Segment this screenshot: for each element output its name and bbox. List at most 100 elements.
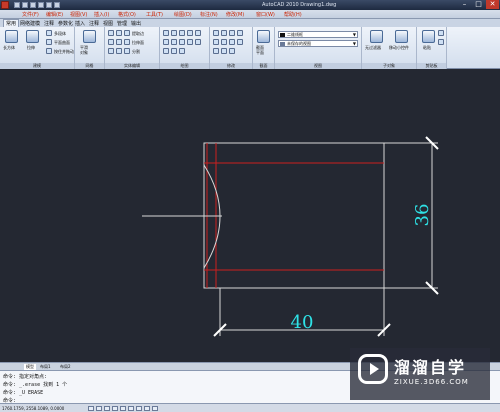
presspull-label[interactable]: 按住并拖动 xyxy=(54,49,74,55)
polysolid-label[interactable]: 多段体 xyxy=(54,31,66,37)
tab-manage[interactable]: 管理 xyxy=(117,20,127,27)
new-icon[interactable] xyxy=(14,2,20,8)
close-button[interactable]: ✕ xyxy=(486,0,499,9)
stretch-icon[interactable] xyxy=(229,39,235,45)
menu-view[interactable]: 视图(V) xyxy=(70,11,87,18)
tab-home[interactable]: 常用 xyxy=(3,19,20,27)
menu-tools[interactable]: 工具(T) xyxy=(146,11,163,18)
separate-icon[interactable] xyxy=(124,48,130,54)
watermark: 溜溜自学 ZIXUE.3D66.COM xyxy=(350,348,490,400)
plot-icon[interactable] xyxy=(54,2,60,8)
polysolid-icon[interactable] xyxy=(46,30,52,36)
move-icon[interactable] xyxy=(213,30,219,36)
group-label-draw: 绘图 xyxy=(160,63,209,69)
maximize-button[interactable]: □ xyxy=(472,0,485,9)
extrude-faces-label[interactable]: 拉伸面 xyxy=(132,40,144,46)
point-icon[interactable] xyxy=(195,39,201,45)
otrack-toggle-icon[interactable] xyxy=(128,406,134,411)
no-filter-label: 无过滤器 xyxy=(365,45,381,50)
circle-icon[interactable] xyxy=(163,39,169,45)
extract-edges-icon[interactable] xyxy=(124,30,130,36)
minimize-button[interactable]: – xyxy=(458,0,471,9)
visual-style-combo[interactable]: 二维线框 ▼ xyxy=(278,31,358,38)
separate-label[interactable]: 分割 xyxy=(132,49,140,55)
tab-output[interactable]: 输出 xyxy=(131,20,141,27)
undo-icon[interactable] xyxy=(38,2,44,8)
open-icon[interactable] xyxy=(22,2,28,8)
copy-icon[interactable] xyxy=(213,39,219,45)
extrude-faces-icon[interactable] xyxy=(124,39,130,45)
menu-format[interactable]: 格式(O) xyxy=(118,11,136,18)
subtract-icon[interactable] xyxy=(116,30,122,36)
save-icon[interactable] xyxy=(30,2,36,8)
thicken-icon[interactable] xyxy=(116,48,122,54)
named-view-combo[interactable]: 未保存的视图 ▼ xyxy=(278,40,358,47)
move-gizmo-icon[interactable] xyxy=(395,30,408,43)
paste-icon[interactable] xyxy=(422,30,435,43)
erase-icon[interactable] xyxy=(237,39,243,45)
presspull-icon[interactable] xyxy=(46,48,52,54)
rotate-icon[interactable] xyxy=(221,30,227,36)
interfere-icon[interactable] xyxy=(108,48,114,54)
tab-insert[interactable]: 插入 xyxy=(75,20,85,27)
trim-icon[interactable] xyxy=(229,30,235,36)
spline-icon[interactable] xyxy=(187,30,193,36)
tab-annotate-1[interactable]: 注释 xyxy=(44,20,54,27)
menu-modify[interactable]: 修改(M) xyxy=(226,11,244,18)
osnap-toggle-icon[interactable] xyxy=(120,406,126,411)
menu-help[interactable]: 帮助(H) xyxy=(284,11,302,18)
arc-icon[interactable] xyxy=(179,30,185,36)
fillet-icon[interactable] xyxy=(237,30,243,36)
tab-view[interactable]: 视图 xyxy=(103,20,113,27)
tab-parametric[interactable]: 参数化 xyxy=(58,20,73,27)
smooth-object-icon[interactable] xyxy=(83,30,96,43)
ellipse-icon[interactable] xyxy=(195,30,201,36)
line-icon[interactable] xyxy=(163,30,169,36)
menu-draw[interactable]: 绘图(D) xyxy=(174,11,192,18)
section-plane-icon[interactable] xyxy=(257,30,270,43)
menu-edit[interactable]: 编辑(E) xyxy=(46,11,63,18)
dyn-toggle-icon[interactable] xyxy=(144,406,150,411)
planar-surface-icon[interactable] xyxy=(46,39,52,45)
boundary-icon[interactable] xyxy=(179,48,185,54)
snap-toggle-icon[interactable] xyxy=(88,406,94,411)
rectangle-icon[interactable] xyxy=(171,39,177,45)
helix-icon[interactable] xyxy=(171,48,177,54)
redo-icon[interactable] xyxy=(46,2,52,8)
slice-icon[interactable] xyxy=(116,39,122,45)
extrude-icon[interactable] xyxy=(26,30,39,43)
region-icon[interactable] xyxy=(187,39,193,45)
menu-file[interactable]: 文件(F) xyxy=(22,11,39,18)
command-history-line: 命令: _U ERASE xyxy=(3,390,44,396)
play-logo-icon xyxy=(358,354,388,384)
section-plane-label: 截面 平面 xyxy=(256,45,264,55)
copy-clip-icon[interactable] xyxy=(438,39,444,45)
polar-toggle-icon[interactable] xyxy=(112,406,118,411)
construction-line-icon[interactable] xyxy=(163,48,169,54)
hatch-icon[interactable] xyxy=(179,39,185,45)
cut-icon[interactable] xyxy=(438,30,444,36)
planar-surface-label[interactable]: 平面曲面 xyxy=(54,40,70,46)
offset-icon[interactable] xyxy=(229,48,235,54)
scale-icon[interactable] xyxy=(213,48,219,54)
grid-toggle-icon[interactable] xyxy=(96,406,102,411)
menu-insert[interactable]: 插入(I) xyxy=(94,11,109,18)
tab-mesh-modeling[interactable]: 网络建模 xyxy=(20,20,40,27)
extract-edges-label[interactable]: 提取边 xyxy=(132,31,144,37)
ortho-toggle-icon[interactable] xyxy=(104,406,110,411)
menu-window[interactable]: 窗口(W) xyxy=(256,11,275,18)
menu-dimension[interactable]: 标注(N) xyxy=(200,11,218,18)
tab-annotate-2[interactable]: 注释 xyxy=(89,20,99,27)
ducs-toggle-icon[interactable] xyxy=(136,406,142,411)
application-menu-button[interactable] xyxy=(1,1,9,9)
box-icon[interactable] xyxy=(5,30,18,43)
array-icon[interactable] xyxy=(221,48,227,54)
drawing-canvas[interactable]: 40 36 xyxy=(0,70,500,362)
union-icon[interactable] xyxy=(108,30,114,36)
polyline-icon[interactable] xyxy=(171,30,177,36)
group-clipboard: 粘贴 剪贴板 xyxy=(417,27,447,69)
lineweight-toggle-icon[interactable] xyxy=(152,406,158,411)
no-filter-icon[interactable] xyxy=(370,30,383,43)
mirror-icon[interactable] xyxy=(221,39,227,45)
intersect-icon[interactable] xyxy=(108,39,114,45)
